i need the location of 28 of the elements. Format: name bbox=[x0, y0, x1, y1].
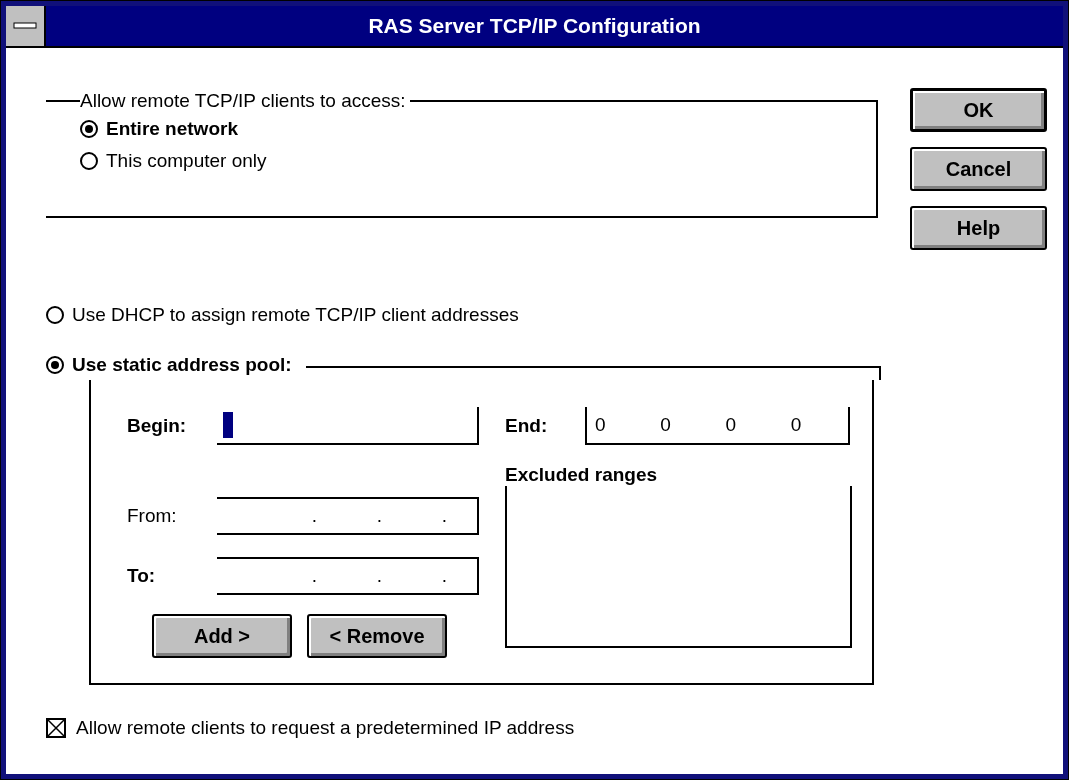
radio-button[interactable] bbox=[80, 152, 98, 170]
dialog-button[interactable]: OK bbox=[910, 88, 1047, 132]
radio-button[interactable] bbox=[46, 356, 64, 374]
add-button[interactable]: Add > bbox=[152, 614, 292, 658]
field-label: To: bbox=[127, 565, 157, 587]
dialog-button[interactable]: Help bbox=[910, 206, 1047, 250]
minus-icon bbox=[13, 22, 37, 30]
radio-button[interactable] bbox=[80, 120, 98, 138]
group-label: Allow remote TCP/IP clients to access: bbox=[80, 90, 407, 112]
remove-button[interactable]: < Remove bbox=[307, 614, 447, 658]
checkbox-label: Allow remote clients to request a predetermined IP address bbox=[76, 717, 575, 739]
excluded-ranges-list[interactable] bbox=[505, 486, 852, 648]
dialog-button[interactable]: Cancel bbox=[910, 147, 1047, 191]
window-title: RAS Server TCP/IP Configuration bbox=[367, 14, 702, 38]
field-label: End: bbox=[505, 415, 549, 437]
radio-label: Use static address pool: bbox=[72, 354, 292, 376]
radio-label: Use DHCP to assign remote TCP/IP client addresses bbox=[72, 304, 519, 326]
system-menu-button[interactable] bbox=[6, 6, 46, 46]
checked-checkbox[interactable] bbox=[46, 718, 66, 738]
field-label: Begin: bbox=[127, 415, 188, 437]
radio-label: This computer only bbox=[106, 150, 267, 172]
radio-button[interactable] bbox=[46, 306, 64, 324]
ip-address-field[interactable]: . . . bbox=[217, 557, 479, 595]
radio-label: Entire network bbox=[106, 118, 238, 140]
field-label: From: bbox=[127, 505, 178, 527]
list-label: Excluded ranges bbox=[505, 464, 659, 486]
ip-address-field[interactable]: 0 0 0 0 bbox=[585, 407, 850, 445]
ip-address-field[interactable]: . . . bbox=[217, 497, 479, 535]
